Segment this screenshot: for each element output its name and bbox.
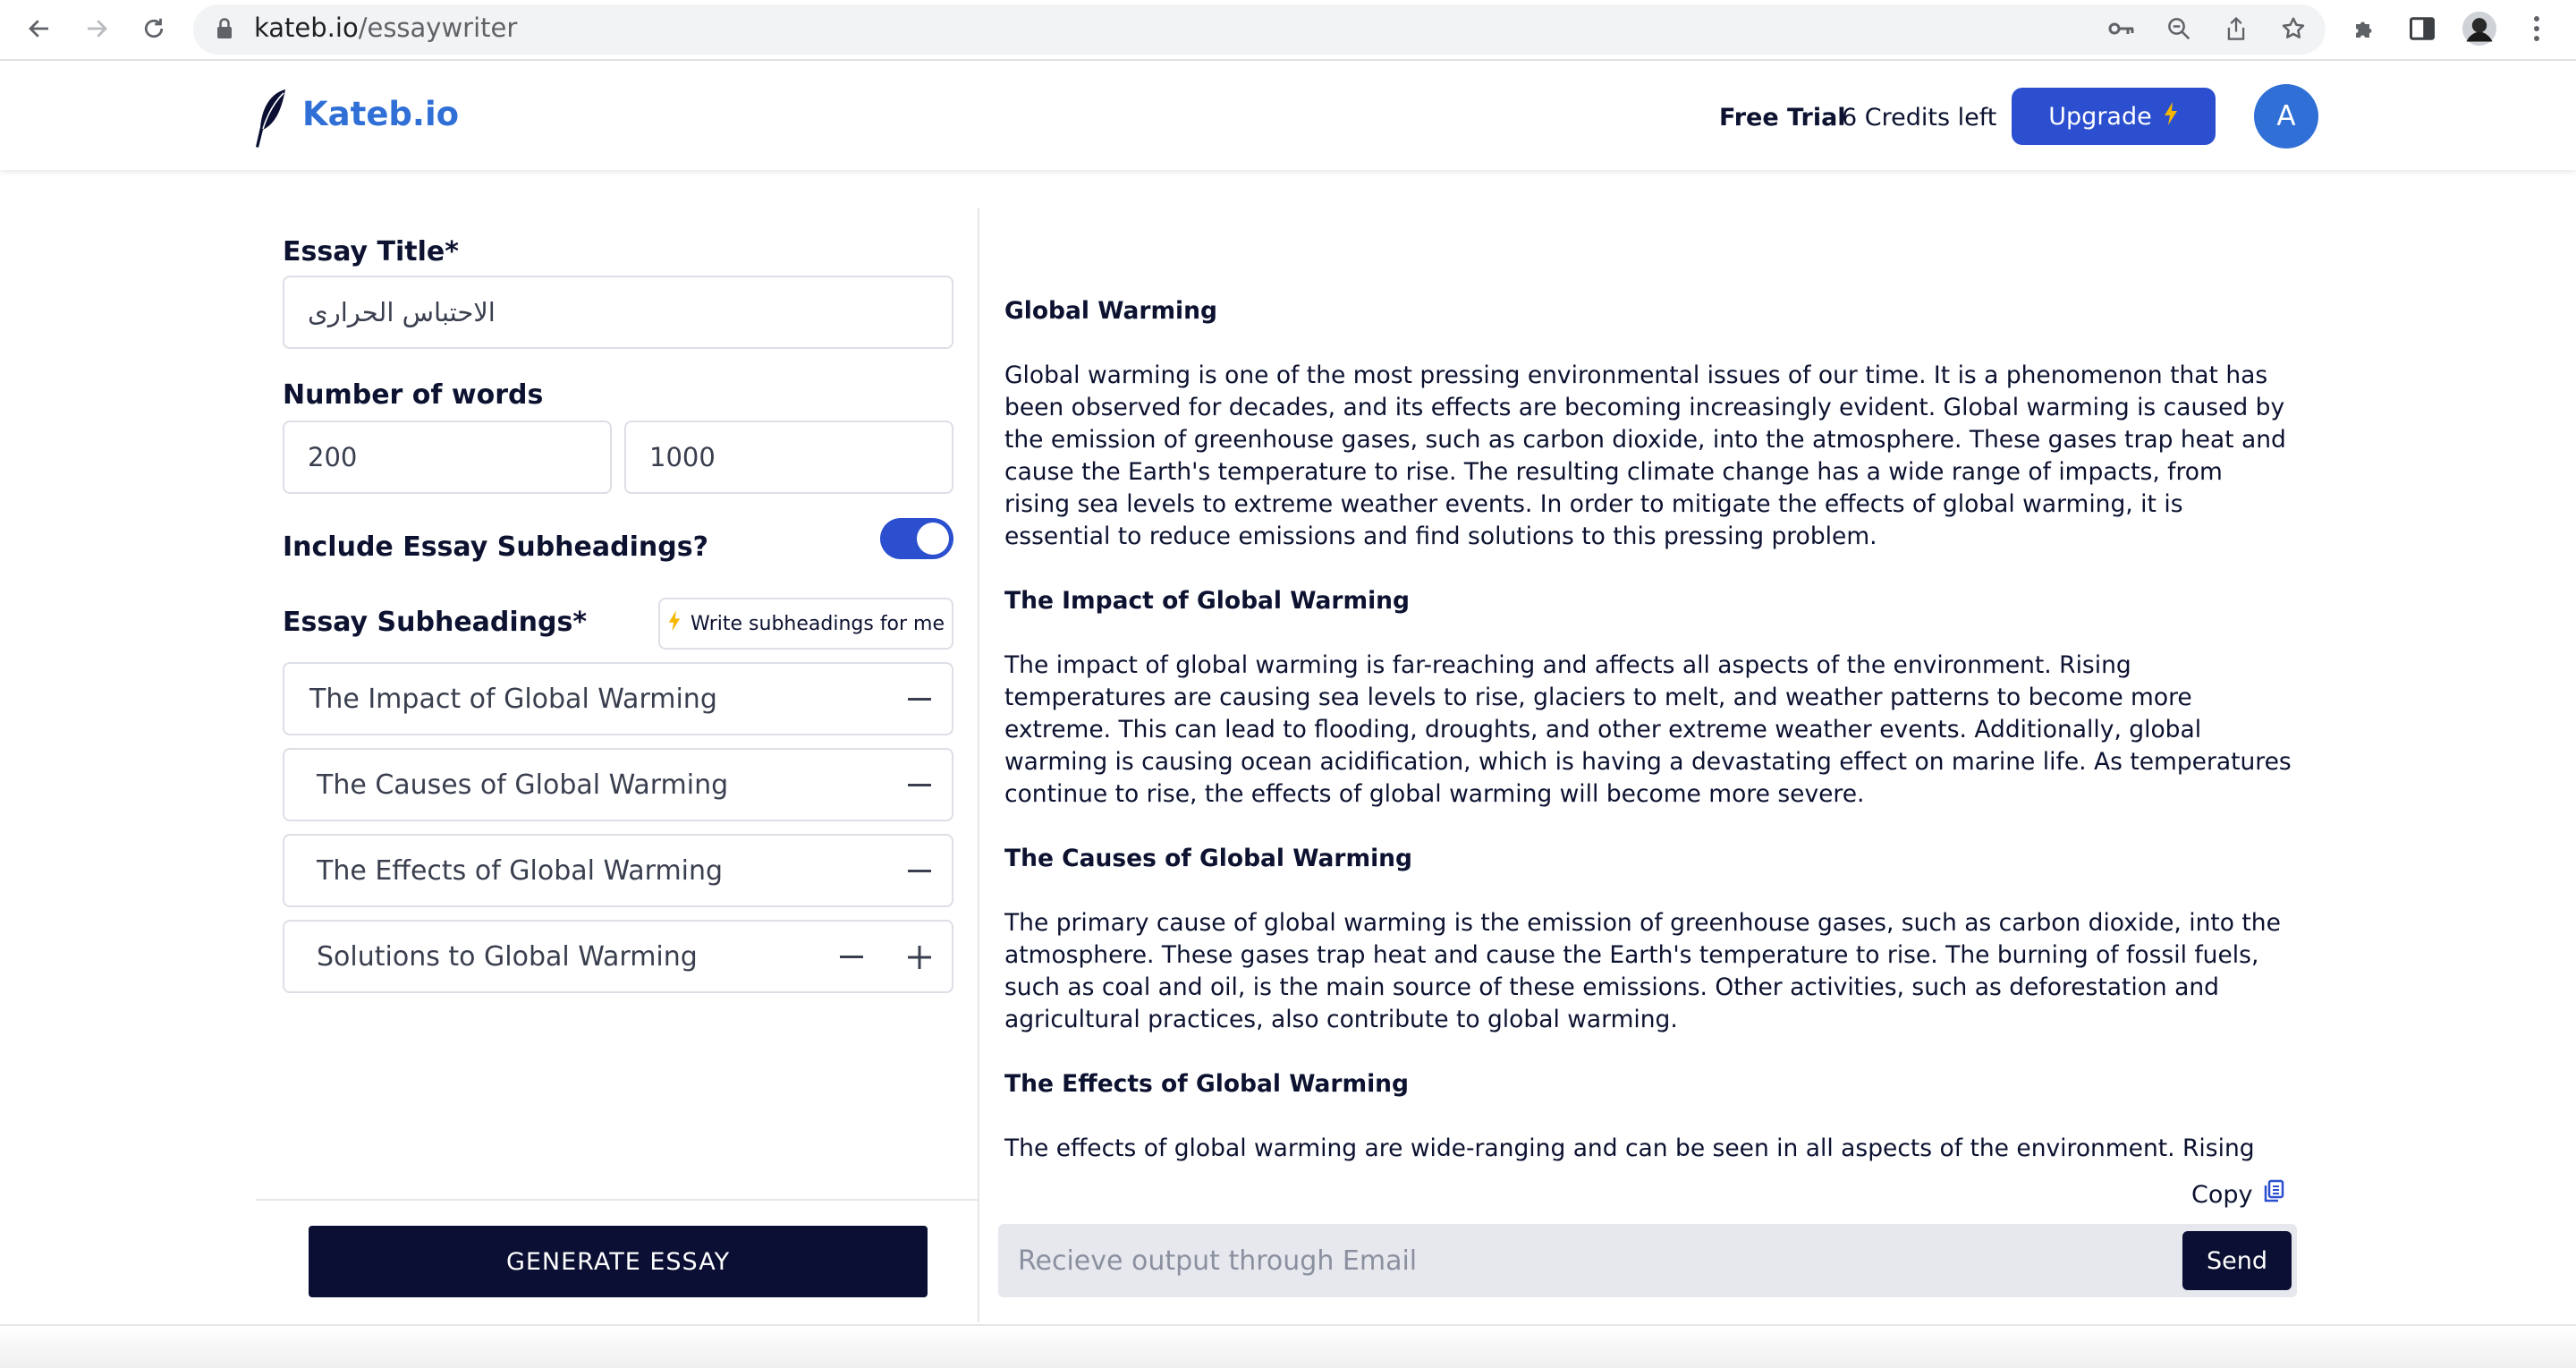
avatar[interactable]: A: [2254, 84, 2318, 149]
subheading-text[interactable]: The Impact of Global Warming: [309, 684, 717, 715]
browser-toolbar: kateb.io/essaywriter: [0, 0, 2576, 61]
write-subheadings-label: Write subheadings for me: [690, 612, 945, 635]
star-icon[interactable]: [2275, 11, 2311, 47]
essay-heading: The Effects of Global Warming: [1004, 1070, 1409, 1098]
write-subheadings-button[interactable]: Write subheadings for me: [658, 598, 953, 650]
sidebar-icon[interactable]: [2404, 11, 2440, 47]
url-text: kateb.io/essaywriter: [254, 13, 517, 43]
lock-icon: [211, 15, 238, 42]
send-button[interactable]: Send: [2182, 1231, 2292, 1290]
credits-count: 6 Credits left: [1842, 104, 1997, 132]
essay-paragraph: Global warming is one of the most pressi…: [1004, 361, 2286, 550]
minus-icon[interactable]: [902, 768, 937, 803]
brand-name[interactable]: Kateb.io: [302, 95, 459, 133]
bolt-icon: [667, 609, 682, 638]
subheadings-toggle-label: Include Essay Subheadings?: [283, 531, 708, 563]
puzzle-icon[interactable]: [2347, 11, 2383, 47]
copy-icon: [2262, 1179, 2285, 1211]
essay-paragraph: The impact of global warming is far-reac…: [1004, 651, 2292, 808]
essay-title-input[interactable]: الاحتباس الحرارى: [283, 276, 953, 349]
email-input[interactable]: [998, 1224, 2179, 1297]
subheading-text[interactable]: Solutions to Global Warming: [317, 941, 698, 973]
back-arrow-icon[interactable]: [21, 11, 57, 47]
toggle-knob: [917, 523, 949, 555]
plan-label: Free Trial: [1719, 104, 1846, 132]
email-bar: Send: [998, 1224, 2297, 1297]
feather-logo-icon[interactable]: [253, 88, 289, 149]
subheading-row: The Impact of Global Warming: [283, 662, 953, 735]
subheading-text[interactable]: The Causes of Global Warming: [317, 769, 728, 801]
subheadings-toggle[interactable]: [880, 518, 953, 559]
subheading-row: The Causes of Global Warming: [283, 748, 953, 821]
max-words-input[interactable]: 1000: [624, 421, 953, 494]
reload-icon[interactable]: [136, 11, 172, 47]
upgrade-button[interactable]: Upgrade: [2012, 88, 2216, 145]
minus-icon[interactable]: [834, 939, 869, 975]
zoom-icon[interactable]: [2161, 11, 2197, 47]
share-icon[interactable]: [2218, 11, 2254, 47]
subheadings-label: Essay Subheadings*: [283, 607, 588, 638]
min-words-value: 200: [308, 442, 358, 472]
essay-title-label: Essay Title*: [283, 236, 459, 268]
profile-icon[interactable]: [2462, 11, 2497, 47]
max-words-value: 1000: [649, 442, 716, 472]
essay-output: Global Warming Global warming is one of …: [1004, 295, 2292, 1163]
minus-icon[interactable]: [902, 682, 937, 718]
app-header: Kateb.io Free Trial 6 Credits left Upgra…: [0, 61, 2576, 170]
kebab-menu-icon[interactable]: [2519, 11, 2555, 47]
bolt-icon: [2163, 101, 2179, 132]
min-words-input[interactable]: 200: [283, 421, 612, 494]
essay-heading: The Impact of Global Warming: [1004, 587, 1410, 615]
generate-essay-button[interactable]: GENERATE ESSAY: [309, 1226, 928, 1297]
copy-button[interactable]: Copy: [2191, 1179, 2285, 1211]
forward-arrow-icon[interactable]: [79, 11, 114, 47]
minus-icon[interactable]: [902, 854, 937, 889]
panel-divider: [978, 208, 979, 1322]
url-host: kateb.io: [254, 13, 359, 43]
plus-icon[interactable]: [902, 939, 937, 975]
essay-title-value: الاحتباس الحرارى: [308, 297, 496, 327]
divider: [256, 1199, 979, 1201]
essay-title: Global Warming: [1004, 297, 1217, 325]
window-bottom-edge: [0, 1324, 2576, 1368]
url-path: /essaywriter: [358, 13, 518, 43]
subheading-text[interactable]: The Effects of Global Warming: [317, 855, 723, 887]
word-count-label: Number of words: [283, 379, 544, 411]
essay-paragraph: The effects of global warming are wide-r…: [1004, 1134, 2255, 1162]
upgrade-label: Upgrade: [2048, 102, 2152, 131]
subheading-row: Solutions to Global Warming: [283, 920, 953, 993]
essay-paragraph: The primary cause of global warming is t…: [1004, 909, 2281, 1033]
essay-heading: The Causes of Global Warming: [1004, 845, 1413, 872]
copy-label: Copy: [2191, 1181, 2253, 1209]
subheading-row: The Effects of Global Warming: [283, 834, 953, 907]
key-icon[interactable]: [2104, 11, 2140, 47]
